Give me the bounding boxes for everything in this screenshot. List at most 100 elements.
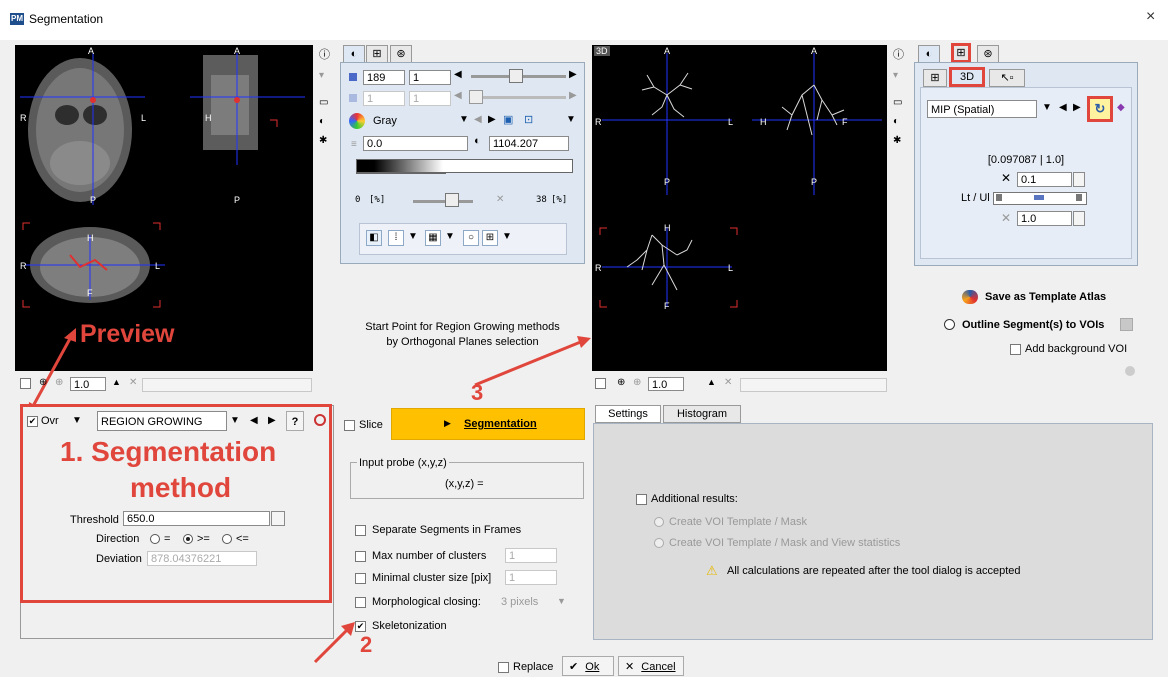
slice-next-icon[interactable]: ▶ [569, 69, 577, 80]
colormap-grid-icon[interactable]: ▣ [503, 113, 513, 126]
min-value-input[interactable]: 0.0 [363, 136, 468, 151]
grid-dropdown-icon[interactable]: ▼ [445, 231, 455, 242]
min-cluster-input[interactable]: 1 [505, 570, 557, 585]
morph-dropdown-icon[interactable]: ▼ [557, 596, 566, 606]
settings-tab[interactable]: Settings [595, 405, 661, 423]
direction-ge-radio[interactable] [183, 534, 193, 544]
direction-le-radio[interactable] [222, 534, 232, 544]
left-zoom-input[interactable]: 1.0 [70, 377, 106, 391]
colormap-more-icon[interactable]: ▼ [566, 114, 576, 125]
info-icon[interactable]: ⓘ [319, 46, 333, 62]
tool-dropdown-icon[interactable]: ▼ [502, 231, 512, 242]
frame-slider[interactable] [471, 96, 566, 99]
grid-icon[interactable]: ▦ [425, 230, 441, 246]
threshold-spinner[interactable] [271, 511, 285, 526]
slice-checkbox[interactable] [344, 420, 355, 431]
option2-radio[interactable] [654, 538, 664, 548]
right-tool-tab-tools[interactable]: ⊛ [977, 45, 999, 63]
deviation-input[interactable]: 878.04376221 [147, 551, 257, 566]
max-clusters-input[interactable]: 1 [505, 548, 557, 563]
close-button[interactable]: × [1146, 8, 1155, 26]
outline-radio[interactable] [944, 319, 955, 330]
morph-checkbox[interactable] [355, 597, 366, 608]
option1-radio[interactable] [654, 517, 664, 527]
projection-prev-icon[interactable]: ◀ [1059, 102, 1067, 113]
additional-results-checkbox[interactable] [636, 494, 647, 505]
subtab-3d[interactable]: 3D [949, 67, 985, 87]
frame-slider-thumb[interactable] [469, 90, 483, 104]
replace-checkbox[interactable] [498, 662, 509, 673]
subtab-pointer[interactable]: ↖▫ [989, 69, 1025, 87]
range-close-icon[interactable]: ✕ [496, 194, 504, 205]
layout-icon[interactable]: ▭ [319, 97, 333, 108]
layout-icon-2[interactable]: ▭ [893, 97, 907, 108]
zoom-reset-icon[interactable]: ✕ [129, 377, 137, 388]
image-tool-icon[interactable]: ⊞ [482, 230, 498, 246]
zoom-reset-icon-2[interactable]: ✕ [724, 377, 732, 388]
left-viewer-scrollbar[interactable] [142, 378, 312, 392]
right-image-viewer[interactable]: 3D A R L P A H F P H R L F [592, 45, 887, 371]
threshold-input[interactable]: 650.0 [123, 511, 270, 526]
zoom-up-icon-2[interactable]: ▲ [707, 377, 716, 387]
segmentation-button[interactable]: ▶ Segmentation [391, 408, 585, 440]
ltul-mid-handle[interactable] [1034, 195, 1044, 200]
slice-slider-thumb[interactable] [509, 69, 523, 83]
zoom-in-icon[interactable]: ⊕ [39, 377, 47, 388]
morph-select[interactable]: 3 pixels [501, 596, 538, 608]
arrow-down-icon[interactable]: ▾ [319, 70, 333, 81]
colormap-dropdown-icon[interactable]: ▼ [459, 114, 469, 125]
save-template-atlas-button[interactable]: Save as Template Atlas [985, 291, 1106, 303]
colormap-adjust-icon[interactable]: ⊡ [524, 113, 533, 126]
projection-next-icon[interactable]: ▶ [1073, 102, 1081, 113]
left-tool-tab-tools[interactable]: ⊛ [390, 45, 412, 63]
threshold-x2-spinner[interactable] [1073, 211, 1085, 226]
layout-grid-icon[interactable]: ⁞ [388, 230, 404, 246]
projection-dropdown-icon[interactable]: ▼ [1042, 102, 1052, 113]
arrow-down-icon-2[interactable]: ▾ [893, 70, 907, 81]
layout-dropdown-icon[interactable]: ▼ [408, 231, 418, 242]
subtab-layout[interactable]: ⊞ [923, 69, 947, 87]
ok-button[interactable]: ✔ Ok [562, 656, 614, 676]
right-zoom-input[interactable]: 1.0 [648, 377, 684, 391]
frame3-input[interactable]: 1 [409, 91, 451, 106]
zoom-out-icon[interactable]: ⊕ [55, 377, 63, 388]
render-3d-icon[interactable]: ↻ [1087, 96, 1113, 122]
histogram-tab[interactable]: Histogram [663, 405, 741, 423]
frame-input[interactable]: 1 [409, 70, 451, 85]
slice-input[interactable]: 189 [363, 70, 405, 85]
threshold-x2-input[interactable]: 1.0 [1017, 211, 1072, 226]
range-slider-thumb[interactable] [445, 193, 459, 207]
circle-icon[interactable]: ○ [463, 230, 479, 246]
ltul-left-handle[interactable] [996, 194, 1002, 201]
colormap-prev-icon[interactable]: ◀ [474, 114, 482, 125]
left-tool-tab-contrast[interactable]: ◐ [343, 45, 365, 63]
direction-eq-radio[interactable] [150, 534, 160, 544]
min-cluster-checkbox[interactable] [355, 573, 366, 584]
left-viewer-checkbox[interactable] [20, 378, 31, 389]
contrast-icon-2[interactable]: ◐ [893, 116, 907, 127]
contrast-icon[interactable]: ◐ [319, 116, 333, 127]
frame2-input[interactable]: 1 [363, 91, 405, 106]
crosshair-icon[interactable]: ✱ [319, 135, 333, 146]
ltul-right-handle[interactable] [1076, 194, 1082, 201]
colormap-icon[interactable] [349, 113, 365, 129]
frame-prev-icon[interactable]: ◀ [454, 90, 462, 101]
zoom-in-icon-2[interactable]: ⊕ [617, 377, 625, 388]
threshold-x-spinner[interactable] [1073, 172, 1085, 187]
right-viewer-scrollbar[interactable] [740, 378, 887, 392]
ltul-slider[interactable] [993, 192, 1087, 205]
info-icon-2[interactable]: ⓘ [893, 46, 907, 62]
color-palette-icon[interactable]: ◆ [1117, 102, 1125, 113]
colormap-next-icon[interactable]: ▶ [488, 114, 496, 125]
right-viewer-checkbox[interactable] [595, 378, 606, 389]
range-slider[interactable] [413, 200, 473, 203]
max-value-input[interactable]: 1104.207 [489, 136, 569, 151]
outline-settings-icon[interactable] [1120, 318, 1133, 331]
orientation-icon[interactable]: ◧ [366, 230, 382, 246]
slice-prev-icon[interactable]: ◀ [454, 69, 462, 80]
right-tool-tab-contrast[interactable]: ◐ [918, 45, 940, 63]
max-clusters-checkbox[interactable] [355, 551, 366, 562]
cancel-button[interactable]: ✕ Cancel [618, 656, 684, 676]
frame-next-icon[interactable]: ▶ [569, 90, 577, 101]
projection-select[interactable]: MIP (Spatial) [927, 100, 1037, 118]
